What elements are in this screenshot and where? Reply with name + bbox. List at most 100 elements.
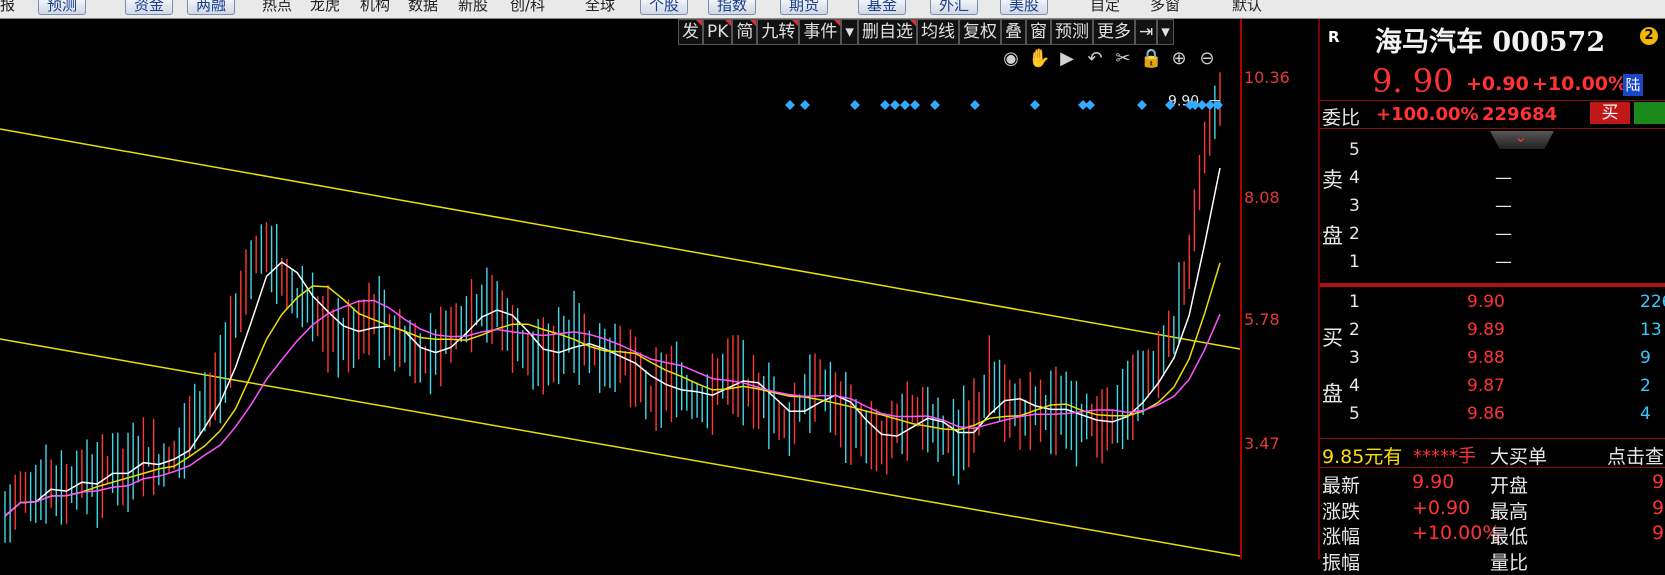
play-icon[interactable]: ▶ [1056, 48, 1078, 70]
buy-level-volume: 9 [1640, 348, 1651, 368]
sell-level-number: 3 [1349, 196, 1360, 216]
nav-tab[interactable]: 报 [0, 0, 15, 14]
chart-tool-icons: ◉ ✋ ▶ ↶ ✂ 🔒 ⊕ ⊖ [1000, 48, 1218, 70]
buy-level-number: 2 [1349, 320, 1360, 340]
buy-level-price: 9.90 [1467, 292, 1505, 312]
nav-tab[interactable]: 期货 [780, 0, 829, 15]
stat-value: 9 [1652, 471, 1665, 493]
nav-tab[interactable]: 热点 [262, 0, 292, 14]
buy-level-price: 9.86 [1467, 404, 1505, 424]
price-change-pct: +10.00% [1532, 73, 1628, 95]
price-axis-divider [1240, 19, 1242, 559]
nav-tab[interactable]: 默认 [1232, 0, 1262, 14]
kline-chart[interactable]: 9.90 [0, 19, 1240, 559]
event-marker [785, 100, 795, 110]
buy-level-price: 9.89 [1467, 320, 1505, 340]
nav-tab[interactable]: 自定 [1090, 0, 1120, 14]
nav-tab[interactable]: 基金 [858, 0, 907, 15]
buy-side-label: 盘 [1322, 382, 1343, 406]
divider [1320, 128, 1665, 129]
weibi-volume: 229684 [1482, 104, 1558, 125]
y-axis-label: 3.47 [1244, 434, 1280, 453]
big-order-price: 9.85元有 [1322, 446, 1403, 468]
sell-level-number: 5 [1349, 140, 1360, 160]
sell-level-number: 2 [1349, 224, 1360, 244]
sell-level-price: — [1495, 224, 1512, 244]
eye-icon[interactable]: ◉ [1000, 48, 1022, 70]
nav-tab[interactable]: 数据 [408, 0, 438, 14]
ma10-line [4, 262, 1221, 517]
event-marker [800, 100, 810, 110]
weibi-pct: +100.00% [1376, 104, 1479, 125]
nav-tab[interactable]: 创/科 [510, 0, 545, 14]
stat-label: 量比 [1490, 552, 1529, 574]
event-marker [930, 100, 940, 110]
event-marker [850, 100, 860, 110]
nav-tab[interactable]: 机构 [360, 0, 390, 14]
nav-tab[interactable]: 个股 [640, 0, 689, 15]
event-marker [970, 100, 980, 110]
stat-label: 最低 [1490, 526, 1529, 548]
nav-tab[interactable]: 两融 [187, 0, 236, 15]
stat-label: 最新 [1322, 475, 1361, 497]
sell-level-number: 1 [1349, 252, 1360, 272]
nav-tab[interactable]: 多窗 [1150, 0, 1180, 14]
event-marker [1030, 100, 1040, 110]
current-price: 9. 90 [1372, 62, 1454, 100]
buy-level-volume: 13 [1640, 320, 1662, 340]
buy-level-volume: 4 [1640, 404, 1651, 424]
top-nav-bar: 报 预测 资金 两融 热点 龙虎 机构 数据 新股 创/科 全球 个股 指数 期货 基金 外汇 美股 自定 多窗 默认 [0, 0, 1665, 19]
collapse-toggle[interactable]: ⌄ [1490, 131, 1554, 149]
sell-level-price: — [1495, 252, 1512, 272]
sell-level-price: — [1495, 196, 1512, 216]
nav-tab[interactable]: 外汇 [930, 0, 979, 15]
exchange-badge: 陆 [1623, 74, 1643, 96]
event-marker [910, 100, 920, 110]
weibi-label: 委比 [1322, 107, 1361, 129]
y-axis-label: 10.36 [1244, 68, 1290, 87]
price-change: +0.90 [1466, 73, 1529, 95]
badge-icon[interactable]: 2 [1640, 27, 1658, 45]
buy-button[interactable]: 买 [1590, 102, 1630, 124]
divider [1320, 438, 1665, 439]
divider [1320, 100, 1665, 101]
stat-value: +0.90 [1412, 497, 1471, 519]
event-marker [890, 100, 900, 110]
stat-value: +10.00% [1412, 522, 1501, 544]
nav-tab[interactable]: 资金 [125, 0, 174, 15]
nav-tab[interactable]: 指数 [708, 0, 757, 15]
zoom-in-icon[interactable]: ⊕ [1168, 48, 1190, 70]
nav-tab[interactable]: 新股 [458, 0, 488, 14]
channel-upper-line [0, 128, 1240, 350]
nav-tab[interactable]: 预测 [38, 0, 87, 15]
lock-icon[interactable]: 🔒 [1140, 48, 1162, 70]
ma20-line [4, 299, 1221, 517]
divider [1320, 467, 1665, 468]
event-marker [1137, 100, 1147, 110]
stat-label: 最高 [1490, 501, 1529, 523]
event-marker [900, 100, 910, 110]
big-order-label: 大买单 [1490, 446, 1548, 468]
undo-icon[interactable]: ↶ [1084, 48, 1106, 70]
big-order-stars: *****手 [1413, 446, 1476, 467]
buy-side-label: 买 [1322, 326, 1343, 350]
sell-button[interactable] [1634, 102, 1665, 124]
nav-tab[interactable]: 全球 [585, 0, 615, 14]
event-marker [1085, 100, 1095, 110]
nav-tab[interactable]: 龙虎 [310, 0, 340, 14]
sell-side-label: 卖 [1322, 168, 1343, 192]
stock-title: 海马汽车 000572 [1375, 27, 1606, 58]
stat-value: 9 [1652, 522, 1665, 544]
sell-level-price: — [1495, 168, 1512, 188]
nav-tab[interactable]: 美股 [1000, 0, 1049, 15]
buy-level-number: 3 [1349, 348, 1360, 368]
zoom-out-icon[interactable]: ⊖ [1196, 48, 1218, 70]
book-divider [1320, 283, 1665, 287]
hand-icon[interactable]: ✋ [1028, 48, 1050, 70]
event-marker [880, 100, 890, 110]
sell-side-label: 盘 [1322, 224, 1343, 248]
scissors-icon[interactable]: ✂ [1112, 48, 1134, 70]
stat-label: 振幅 [1322, 552, 1361, 574]
big-order-link[interactable]: 点击查 [1607, 442, 1664, 469]
r-label: R [1328, 28, 1340, 46]
